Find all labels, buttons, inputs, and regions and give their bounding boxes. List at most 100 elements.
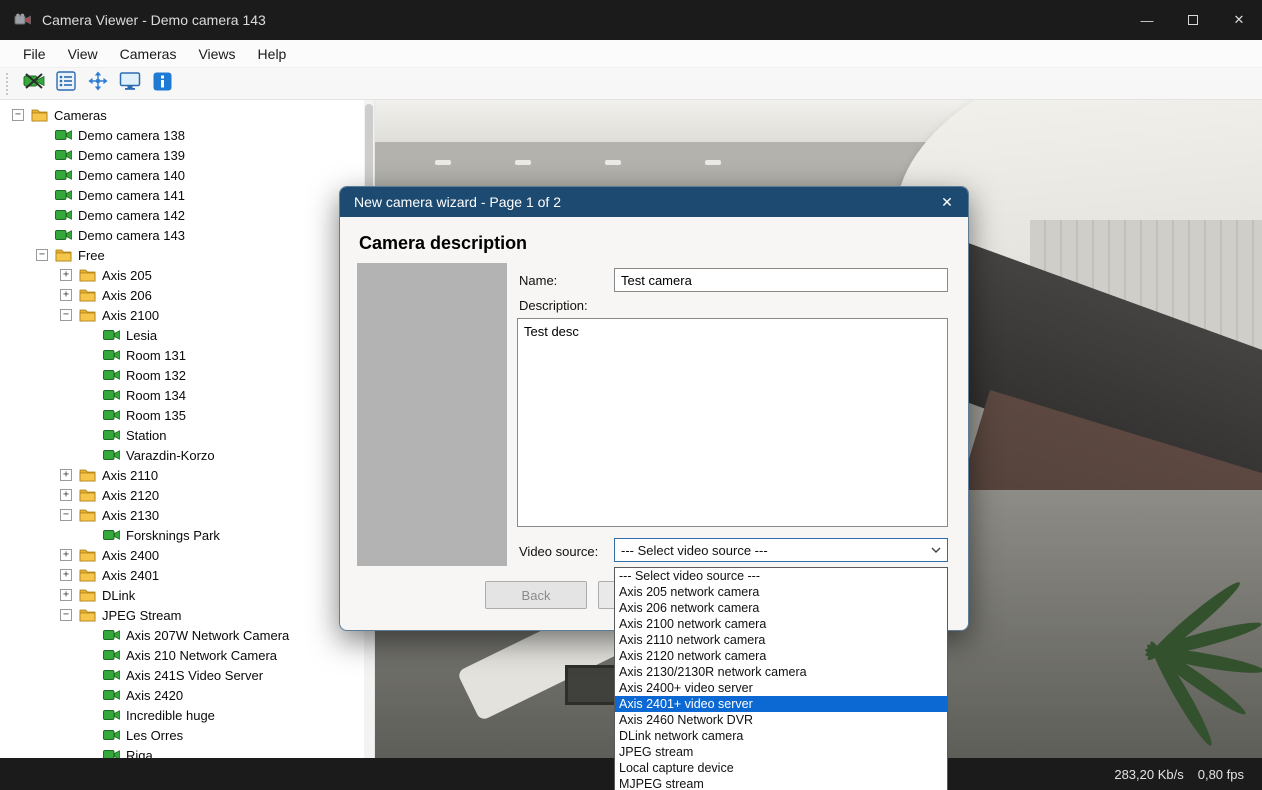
camera-off-icon <box>23 72 45 95</box>
tree-item[interactable]: Les Orres <box>0 725 374 745</box>
tree-item[interactable]: Varazdin-Korzo <box>0 445 374 465</box>
menu-item-cameras[interactable]: Cameras <box>109 43 188 65</box>
tree-item[interactable]: Room 135 <box>0 405 374 425</box>
tree-item[interactable]: Demo camera 139 <box>0 145 374 165</box>
tree-item[interactable]: Demo camera 141 <box>0 185 374 205</box>
monitor-view-button[interactable] <box>116 71 144 97</box>
dropdown-option[interactable]: Axis 206 network camera <box>615 600 947 616</box>
video-source-combobox[interactable]: --- Select video source --- <box>614 538 948 562</box>
tree-item[interactable]: − Axis 2100 <box>0 305 374 325</box>
dropdown-option[interactable]: JPEG stream <box>615 744 947 760</box>
video-aircraft <box>705 160 721 165</box>
tree-item[interactable]: Forsknings Park <box>0 525 374 545</box>
dropdown-option[interactable]: --- Select video source --- <box>615 568 947 584</box>
collapse-icon[interactable]: − <box>60 609 72 621</box>
dropdown-option[interactable]: Axis 2460 Network DVR <box>615 712 947 728</box>
tree-item[interactable]: Station <box>0 425 374 445</box>
expand-icon[interactable]: + <box>60 569 72 581</box>
menu-item-view[interactable]: View <box>57 43 109 65</box>
tree-item[interactable]: Demo camera 142 <box>0 205 374 225</box>
camera-icon <box>103 688 121 702</box>
folder-icon <box>79 488 97 502</box>
menu-item-file[interactable]: File <box>12 43 57 65</box>
tree-item[interactable]: + Axis 2401 <box>0 565 374 585</box>
name-field[interactable] <box>614 268 948 292</box>
maximize-button[interactable] <box>1170 0 1216 40</box>
tree-item[interactable]: Lesia <box>0 325 374 345</box>
dropdown-option[interactable]: Axis 2400+ video server <box>615 680 947 696</box>
toolbar-drag-handle[interactable] <box>6 72 12 95</box>
minimize-button[interactable]: — <box>1124 0 1170 40</box>
collapse-icon[interactable]: − <box>36 249 48 261</box>
tree-item-label: Cameras <box>54 107 107 123</box>
close-button[interactable]: ✕ <box>1216 0 1262 40</box>
dropdown-option[interactable]: Local capture device <box>615 760 947 776</box>
tree-item[interactable]: Demo camera 138 <box>0 125 374 145</box>
expand-icon[interactable]: + <box>60 289 72 301</box>
folder-icon <box>79 568 97 582</box>
tree-item[interactable]: + Axis 2110 <box>0 465 374 485</box>
tree-item[interactable]: Room 131 <box>0 345 374 365</box>
tree-item[interactable]: Incredible huge <box>0 705 374 725</box>
back-button[interactable]: Back <box>485 581 587 609</box>
menu-item-views[interactable]: Views <box>187 43 246 65</box>
expand-icon[interactable]: + <box>60 269 72 281</box>
chevron-down-icon[interactable] <box>925 547 947 553</box>
tree-item-label: Incredible huge <box>126 707 215 723</box>
tree-item[interactable]: + DLink <box>0 585 374 605</box>
video-source-dropdown-list: --- Select video source --- Axis 205 netw… <box>614 567 948 790</box>
tree-item[interactable]: Axis 210 Network Camera <box>0 645 374 665</box>
expand-icon[interactable]: + <box>60 489 72 501</box>
dropdown-option[interactable]: Axis 2401+ video server <box>615 696 947 712</box>
tree-item[interactable]: Axis 241S Video Server <box>0 665 374 685</box>
dropdown-option[interactable]: Axis 2110 network camera <box>615 632 947 648</box>
dropdown-option[interactable]: DLink network camera <box>615 728 947 744</box>
tree-item-label: Axis 2400 <box>102 547 160 563</box>
collapse-icon[interactable]: − <box>12 109 24 121</box>
collapse-icon[interactable]: − <box>60 309 72 321</box>
expand-icon[interactable]: + <box>60 549 72 561</box>
expand-icon[interactable]: + <box>60 469 72 481</box>
description-field[interactable]: Test desc <box>517 318 948 527</box>
dialog-title-bar[interactable]: New camera wizard - Page 1 of 2 ✕ <box>340 187 968 217</box>
tree-item[interactable]: Axis 207W Network Camera <box>0 625 374 645</box>
tree-item[interactable]: − JPEG Stream <box>0 605 374 625</box>
tree-item[interactable]: + Axis 2400 <box>0 545 374 565</box>
tree-item-label: Riga <box>126 747 153 759</box>
camera-icon <box>103 388 121 402</box>
tree-item[interactable]: Axis 2420 <box>0 685 374 705</box>
collapse-icon[interactable]: − <box>60 509 72 521</box>
dropdown-option[interactable]: Axis 2100 network camera <box>615 616 947 632</box>
dropdown-option[interactable]: MJPEG stream <box>615 776 947 790</box>
tree-item[interactable]: + Axis 205 <box>0 265 374 285</box>
dropdown-option[interactable]: Axis 2130/2130R network camera <box>615 664 947 680</box>
menu-item-help[interactable]: Help <box>247 43 298 65</box>
window-controls: — ✕ <box>1124 0 1262 40</box>
tree-item[interactable]: Demo camera 143 <box>0 225 374 245</box>
camera-off-button[interactable] <box>20 71 48 97</box>
dropdown-option[interactable]: Axis 205 network camera <box>615 584 947 600</box>
tree-item[interactable]: − Axis 2130 <box>0 505 374 525</box>
info-button[interactable] <box>148 71 176 97</box>
tree-item[interactable]: Demo camera 140 <box>0 165 374 185</box>
tree-item-label: Room 135 <box>126 407 186 423</box>
tree-item[interactable]: + Axis 206 <box>0 285 374 305</box>
tree-item[interactable]: Riga <box>0 745 374 758</box>
dropdown-option[interactable]: Axis 2120 network camera <box>615 648 947 664</box>
maximize-icon <box>1188 15 1198 25</box>
camera-list-button[interactable] <box>52 71 80 97</box>
tree-item[interactable]: − Free <box>0 245 374 265</box>
camera-icon <box>103 748 121 758</box>
app-icon <box>12 9 34 31</box>
camera-preview-placeholder <box>357 263 507 566</box>
pan-tilt-button[interactable] <box>84 71 112 97</box>
dialog-close-button[interactable]: ✕ <box>926 187 968 217</box>
tree-item[interactable]: Room 134 <box>0 385 374 405</box>
camera-icon <box>55 228 73 242</box>
tree-item[interactable]: + Axis 2120 <box>0 485 374 505</box>
camera-icon <box>103 408 121 422</box>
tree-item[interactable]: Room 132 <box>0 365 374 385</box>
tree-item[interactable]: − Cameras <box>0 105 374 125</box>
expand-icon[interactable]: + <box>60 589 72 601</box>
camera-icon <box>103 448 121 462</box>
